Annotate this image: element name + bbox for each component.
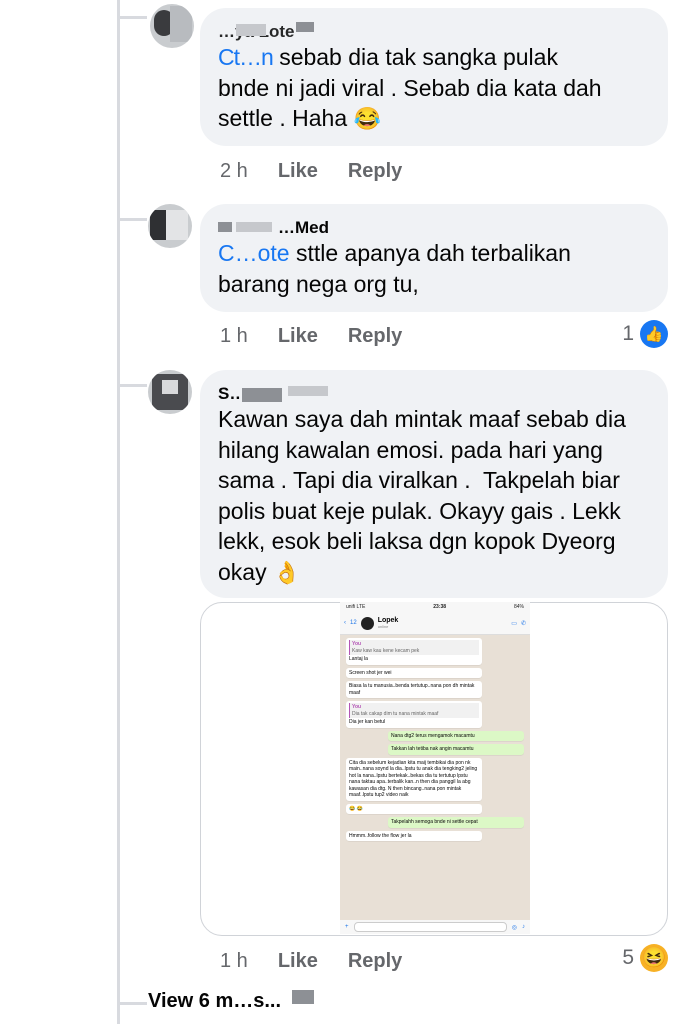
avatar[interactable] (148, 370, 192, 414)
haha-reaction-icon: 😆 (640, 944, 668, 972)
laughing-emoji-icon: 😂 (353, 106, 381, 131)
chat-message-text: Cita dia sebelum kejadian kita maij temb… (349, 759, 478, 799)
chat-messages: You Kaw kaw kau kene kecam pek Lantaj la Sc… (340, 635, 530, 847)
chat-header: ‹ 12 Lopek online ▭ ✆ (340, 612, 530, 635)
thread-branch (117, 384, 147, 387)
avatar[interactable] (150, 4, 194, 48)
comment-bubble: …Med C…ote sttle apanya dah terbalikan b… (200, 204, 668, 312)
reply-button[interactable]: Reply (348, 325, 402, 348)
mic-icon: ♪ (522, 924, 525, 930)
phone-status-bar: unifi LTE 23:38 84% (340, 602, 530, 612)
chat-input-bar: + ◎ ♪ (340, 920, 530, 934)
comment-text: Kawan saya dah mintak maaf sebab dia hil… (218, 406, 626, 585)
comment-actions: 1 h Like Reply (220, 950, 402, 973)
mentioned-user[interactable]: C…ote (218, 240, 290, 266)
chat-message-text: Nana dtg2 terus mengamok macamtu (391, 732, 475, 739)
ok-hand-emoji-icon: 👌 (272, 559, 301, 585)
reaction-count: 1 (622, 322, 634, 345)
plus-icon: + (345, 924, 349, 930)
comment-time[interactable]: 1 h (220, 950, 248, 973)
like-button[interactable]: Like (278, 950, 318, 973)
chat-message-text: Hmmm..follow the flow jer la (349, 832, 412, 839)
comment-time[interactable]: 1 h (220, 325, 248, 348)
mentioned-user[interactable]: Ct…n (218, 44, 274, 70)
chat-message-text: Dia jer kan betul (349, 719, 386, 725)
reply-button[interactable]: Reply (348, 950, 402, 973)
avatar[interactable] (148, 204, 192, 248)
chat-message-text: Takkan lah tetiba nak angin macamtu (391, 746, 474, 752)
comment-author[interactable]: S… (218, 384, 650, 404)
reaction-summary[interactable]: 5 😆 (622, 944, 668, 972)
back-icon: ‹ (344, 620, 346, 626)
comment-text: Ct…n sebab dia tak sangka pulak bnde ni … (218, 44, 602, 131)
chat-message-incoming: Cita dia sebelum kejadian kita maij temb… (346, 757, 482, 801)
chat-message-text: Screen shot jer wei (349, 669, 392, 676)
quoted-message: You Kaw kaw kau kene kecam pek (349, 640, 479, 655)
view-more-replies-link[interactable]: View 6 m…s... (148, 990, 281, 1013)
comment-actions: 1 h Like Reply (220, 325, 402, 348)
chat-message-outgoing: Takpelahh semoga bnde ni settle cepat (388, 817, 524, 828)
comment-author[interactable]: …Med (218, 218, 650, 238)
video-call-icon: ▭ (511, 620, 517, 627)
chat-message-incoming: Screen shot jer wei (346, 667, 482, 678)
chat-message-incoming: 😂 😂 (346, 803, 482, 814)
quoted-message: You Dia tak cakap dim tu nana mintak maaf (349, 703, 479, 718)
chat-message-text: 😂 😂 (349, 805, 363, 812)
thread-branch (117, 1002, 147, 1005)
chat-message-incoming: Hmmm..follow the flow jer la (346, 830, 482, 841)
thread-branch (117, 218, 147, 221)
like-button[interactable]: Like (278, 325, 318, 348)
reaction-count: 5 (622, 946, 634, 969)
comment-bubble: S… Kawan saya dah mintak maaf sebab dia … (200, 370, 668, 598)
chat-message-text: Takpelahh semoga bnde ni settle cepat (391, 819, 478, 825)
comment-bubble: …ya Lote Ct…n sebab dia tak sangka pulak… (200, 8, 668, 146)
reply-button[interactable]: Reply (348, 160, 402, 183)
like-button[interactable]: Like (278, 160, 318, 183)
reaction-summary[interactable]: 1 👍 (622, 320, 668, 348)
thread-line (117, 0, 120, 1024)
comment-text: C…ote sttle apanya dah terbalikan barang… (218, 240, 571, 297)
camera-icon: ◎ (511, 924, 517, 931)
contact-avatar (360, 616, 374, 630)
chat-message-incoming: You Dia tak cakap dim tu nana mintak maaf… (346, 701, 482, 728)
thread-branch (117, 16, 147, 19)
comment-time[interactable]: 2 h (220, 160, 248, 183)
phone-call-icon: ✆ (520, 620, 526, 627)
whatsapp-screenshot[interactable]: unifi LTE 23:38 84% ‹ 12 Lopek online ▭ … (340, 602, 530, 934)
redaction (292, 990, 314, 1004)
chat-message-text: Biasa la tu manusia..benda tertutup..nan… (349, 683, 475, 696)
comment-actions: 2 h Like Reply (220, 160, 402, 183)
chat-message-outgoing: Nana dtg2 terus mengamok macamtu (388, 730, 524, 741)
chat-message-incoming: Biasa la tu manusia..benda tertutup..nan… (346, 681, 482, 698)
chat-message-incoming: You Kaw kaw kau kene kecam pek Lantaj la (346, 638, 482, 665)
chat-message-text: Lantaj la (349, 656, 368, 662)
chat-message-outgoing: Takkan lah tetiba nak angin macamtu (388, 744, 524, 755)
comment-author[interactable]: …ya Lote (218, 22, 650, 42)
thumbs-up-icon: 👍 (640, 320, 668, 348)
